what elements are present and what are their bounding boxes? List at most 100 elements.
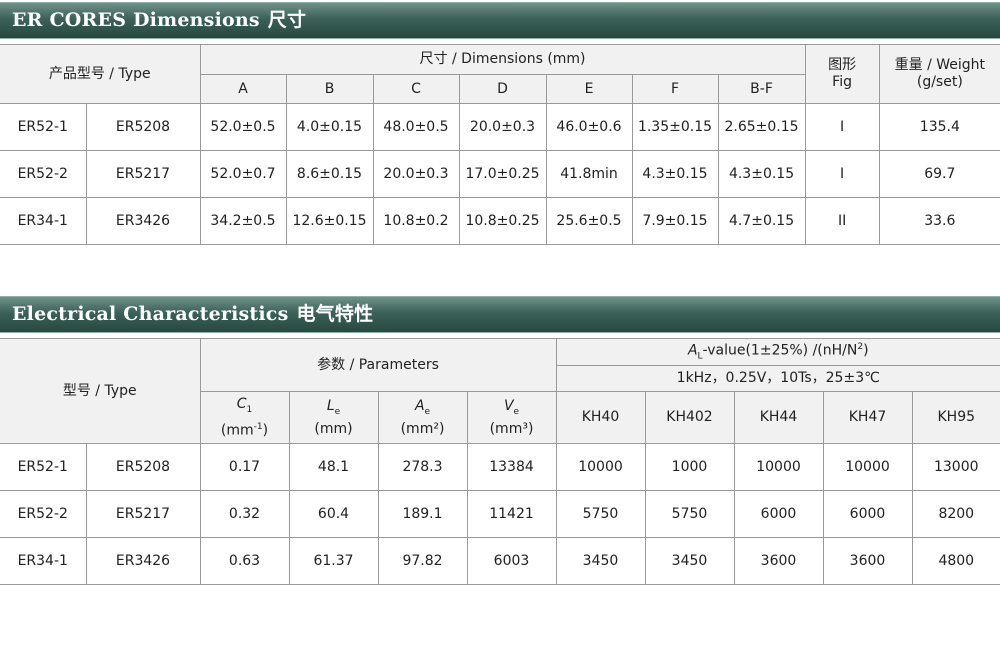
cell-f: 7.9±0.15 <box>631 197 719 245</box>
cell-type: ER5208 <box>85 103 201 151</box>
cell-kh402: 3450 <box>644 537 735 586</box>
cell-model: ER52-2 <box>0 490 87 539</box>
cell-type: ER5217 <box>85 150 201 198</box>
header-col-f: F <box>631 74 719 104</box>
cell-kh95: 13000 <box>911 443 1000 492</box>
al-symbol: A <box>687 342 698 359</box>
header-fig-cn: 图形 <box>828 57 857 73</box>
header-param-ve: Ve (mm³) <box>466 391 557 445</box>
header-param-c1: C1 (mm-1) <box>199 391 290 445</box>
cell-kh402: 5750 <box>644 490 735 539</box>
cell-weight: 135.4 <box>878 103 1000 151</box>
header-col-c: C <box>372 74 460 104</box>
cell-le: 48.1 <box>288 443 379 492</box>
header-material-kh402: KH402 <box>644 391 735 445</box>
electrical-table: 型号 / Type 参数 / Parameters AL-value(1±25%… <box>0 337 1000 586</box>
header-col-e: E <box>545 74 633 104</box>
cell-ae: 189.1 <box>377 490 468 539</box>
cell-a: 52.0±0.7 <box>199 150 287 198</box>
cell-type: ER3426 <box>85 197 201 245</box>
electrical-section-title: Electrical Characteristics 电气特性 <box>0 296 1000 333</box>
cell-kh44: 6000 <box>733 490 824 539</box>
cell-f: 4.3±0.15 <box>631 150 719 198</box>
cell-type: ER5208 <box>85 443 201 492</box>
cell-b-f: 2.65±0.15 <box>717 103 806 151</box>
cell-e: 41.8min <box>545 150 633 198</box>
cell-b: 12.6±0.15 <box>285 197 374 245</box>
cell-model: ER52-1 <box>0 443 87 492</box>
header-weight-line2: (g/set) <box>916 74 963 90</box>
cell-le: 61.37 <box>288 537 379 586</box>
cell-fig: I <box>804 103 880 151</box>
cell-c: 20.0±0.3 <box>372 150 460 198</box>
cell-model: ER34-1 <box>0 537 87 586</box>
cell-e: 25.6±0.5 <box>545 197 633 245</box>
table-row: ER52-1 ER5208 52.0±0.5 4.0±0.15 48.0±0.5… <box>0 103 1000 151</box>
cell-kh47: 10000 <box>822 443 913 492</box>
cell-c1: 0.17 <box>199 443 290 492</box>
header-col-a: A <box>199 74 287 104</box>
cell-kh47: 3600 <box>822 537 913 586</box>
cell-b: 8.6±0.15 <box>285 150 374 198</box>
cell-b-f: 4.7±0.15 <box>717 197 806 245</box>
header-fig-en: Fig <box>832 74 852 90</box>
cell-b: 4.0±0.15 <box>285 103 374 151</box>
header-col-d: D <box>458 74 547 104</box>
cell-e: 46.0±0.6 <box>545 103 633 151</box>
cell-ve: 6003 <box>466 537 557 586</box>
cell-model: ER34-1 <box>0 197 87 245</box>
header-type: 型号 / Type <box>0 337 201 445</box>
cell-le: 60.4 <box>288 490 379 539</box>
cell-d: 10.8±0.25 <box>458 197 547 245</box>
cell-model: ER52-2 <box>0 150 87 198</box>
header-param-le: Le (mm) <box>288 391 379 445</box>
cell-f: 1.35±0.15 <box>631 103 719 151</box>
electrical-title-en: Electrical Characteristics <box>12 303 289 325</box>
table-row: ER34-1 ER3426 34.2±0.5 12.6±0.15 10.8±0.… <box>0 197 1000 245</box>
cell-kh40: 10000 <box>555 443 646 492</box>
cell-ae: 97.82 <box>377 537 468 586</box>
header-param-ae: Ae (mm²) <box>377 391 468 445</box>
cell-model: ER52-1 <box>0 103 87 151</box>
cell-c: 10.8±0.2 <box>372 197 460 245</box>
header-fig: 图形 Fig <box>804 44 880 104</box>
cell-type: ER5217 <box>85 490 201 539</box>
cell-kh40: 3450 <box>555 537 646 586</box>
cell-ve: 13384 <box>466 443 557 492</box>
dimensions-table: 产品型号 / Type 尺寸 / Dimensions (mm) 图形 Fig … <box>0 44 1000 245</box>
cell-kh47: 6000 <box>822 490 913 539</box>
electrical-title-cn: 电气特性 <box>296 303 374 325</box>
cell-ve: 11421 <box>466 490 557 539</box>
header-al-value: AL-value(1±25%) /(nH/N2) <box>555 337 1000 367</box>
cell-a: 52.0±0.5 <box>199 103 287 151</box>
cell-ae: 278.3 <box>377 443 468 492</box>
cell-kh402: 1000 <box>644 443 735 492</box>
al-close: ) <box>863 342 869 359</box>
table-row: ER52-1 ER5208 0.17 48.1 278.3 13384 1000… <box>0 443 1000 492</box>
cell-c1: 0.63 <box>199 537 290 586</box>
cell-d: 17.0±0.25 <box>458 150 547 198</box>
header-weight-line1: 重量 / Weight <box>894 57 986 73</box>
cell-kh44: 3600 <box>733 537 824 586</box>
cell-type: ER3426 <box>85 537 201 586</box>
al-text: -value(1±25%) /(nH/N <box>702 342 858 359</box>
cell-weight: 33.6 <box>878 197 1000 245</box>
cell-kh95: 4800 <box>911 537 1000 586</box>
table-row: ER52-2 ER5217 0.32 60.4 189.1 11421 5750… <box>0 490 1000 539</box>
cell-d: 20.0±0.3 <box>458 103 547 151</box>
header-material-kh95: KH95 <box>911 391 1000 445</box>
cell-kh40: 5750 <box>555 490 646 539</box>
cell-c: 48.0±0.5 <box>372 103 460 151</box>
header-test-conditions: 1kHz，0.25V，10Ts，25±3℃ <box>555 365 1000 393</box>
dimensions-title-cn: 尺寸 <box>267 9 307 31</box>
table-row: ER34-1 ER3426 0.63 61.37 97.82 6003 3450… <box>0 537 1000 586</box>
cell-kh44: 10000 <box>733 443 824 492</box>
header-dimensions: 尺寸 / Dimensions (mm) <box>199 44 806 75</box>
header-material-kh40: KH40 <box>555 391 646 445</box>
header-weight: 重量 / Weight (g/set) <box>878 44 1000 104</box>
dimensions-title-en: ER CORES Dimensions <box>12 9 260 31</box>
cell-fig: II <box>804 197 880 245</box>
header-col-b-f: B-F <box>717 74 806 104</box>
table-row: ER52-2 ER5217 52.0±0.7 8.6±0.15 20.0±0.3… <box>0 150 1000 198</box>
header-material-kh47: KH47 <box>822 391 913 445</box>
